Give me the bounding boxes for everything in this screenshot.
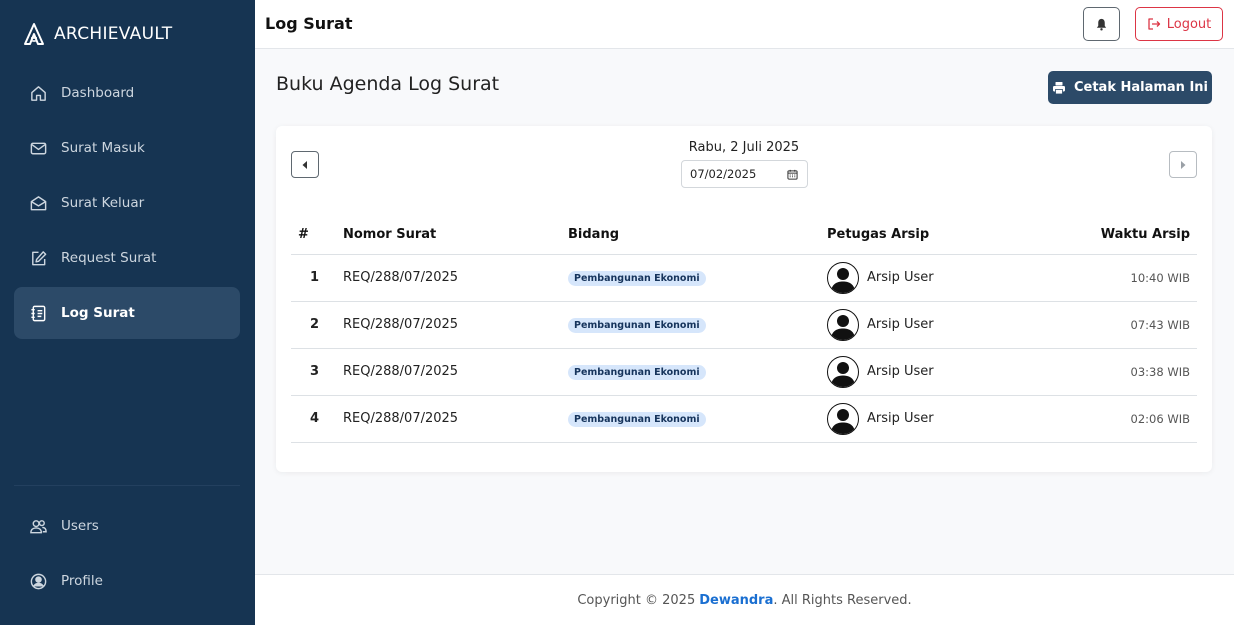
table-row: 1 REQ/288/07/2025 Pembangunan Ekonomi Ar… [291, 254, 1197, 302]
logout-button[interactable]: Logout [1135, 7, 1223, 41]
next-day-button[interactable] [1169, 151, 1197, 178]
log-card: Rabu, 2 Juli 2025 07/02/2025 # Nomor Sur… [276, 126, 1212, 472]
sidebar-nav: Dashboard Surat Masuk Surat Keluar Reque… [14, 67, 240, 342]
previous-day-button[interactable] [291, 151, 319, 178]
user-avatar-icon [831, 361, 855, 387]
notification-button[interactable] [1083, 7, 1120, 41]
calendar-icon [787, 169, 798, 180]
table-header-row: # Nomor Surat Bidang Petugas Arsip Waktu… [291, 216, 1197, 255]
nomor-surat: REQ/288/07/2025 [343, 348, 568, 396]
waktu-arsip: 03:38 WIB [1067, 348, 1197, 396]
edit-icon [28, 248, 48, 268]
petugas-name: Arsip User [867, 317, 934, 332]
footer: Copyright © 2025 Dewandra. All Rights Re… [255, 574, 1234, 625]
page-title: Log Surat [265, 14, 353, 33]
sidebar-item-users[interactable]: Users [14, 500, 240, 552]
avatar [827, 261, 859, 294]
header-nomor-surat: Nomor Surat [343, 216, 568, 255]
print-button[interactable]: Cetak Halaman Ini [1048, 71, 1212, 104]
copyright-prefix: Copyright © 2025 [577, 592, 696, 608]
sidebar-item-surat-keluar[interactable]: Surat Keluar [14, 177, 240, 229]
bidang-badge: Pembangunan Ekonomi [568, 364, 706, 380]
sidebar-item-label: Dashboard [61, 85, 135, 101]
archive-logo-icon [24, 23, 44, 45]
sidebar-item-label: Surat Keluar [61, 195, 145, 211]
logout-icon [1148, 18, 1160, 30]
sidebar: ARCHIEVAULT Dashboard Surat Masuk Surat … [0, 0, 255, 625]
header-waktu-arsip: Waktu Arsip [1067, 216, 1197, 255]
sidebar-item-profile[interactable]: Profile [14, 555, 240, 607]
nomor-surat: REQ/288/07/2025 [343, 395, 568, 443]
avatar [827, 308, 859, 341]
sidebar-divider [14, 485, 240, 486]
waktu-arsip: 10:40 WIB [1067, 254, 1197, 302]
petugas-name: Arsip User [867, 364, 934, 379]
page-heading: Buku Agenda Log Surat [276, 73, 500, 95]
sidebar-bottom-nav: Users Profile [14, 500, 240, 610]
sidebar-item-dashboard[interactable]: Dashboard [14, 67, 240, 119]
petugas-name: Arsip User [867, 270, 934, 285]
bidang-badge: Pembangunan Ekonomi [568, 411, 706, 427]
caret-right-icon [1181, 160, 1186, 169]
nomor-surat: REQ/288/07/2025 [343, 301, 568, 349]
sidebar-item-label: Profile [61, 573, 103, 589]
home-icon [28, 83, 48, 103]
sidebar-item-label: Request Surat [61, 250, 157, 266]
nomor-surat: REQ/288/07/2025 [343, 254, 568, 302]
user-avatar-icon [831, 267, 855, 293]
topbar: Log Surat Logout [255, 0, 1234, 49]
waktu-arsip: 07:43 WIB [1067, 301, 1197, 349]
date-input-value: 07/02/2025 [690, 167, 757, 181]
profile-icon [28, 571, 48, 591]
user-avatar-icon [831, 408, 855, 434]
brand-logo[interactable]: ARCHIEVAULT [22, 22, 172, 46]
copyright-suffix: . All Rights Reserved. [773, 592, 912, 608]
envelope-icon [28, 138, 48, 158]
user-avatar-icon [831, 314, 855, 340]
footer-brand-link[interactable]: Dewandra [699, 593, 773, 608]
printer-icon [1052, 81, 1065, 94]
brand-name: ARCHIEVAULT [54, 24, 173, 44]
sidebar-item-label: Log Surat [61, 305, 135, 321]
caret-left-icon [302, 160, 307, 169]
petugas-name: Arsip User [867, 411, 934, 426]
sidebar-item-label: Surat Masuk [61, 140, 145, 156]
date-input[interactable]: 07/02/2025 [681, 160, 808, 188]
row-number: 1 [291, 254, 343, 302]
header-petugas-arsip: Petugas Arsip [827, 216, 1067, 255]
table-row: 2 REQ/288/07/2025 Pembangunan Ekonomi Ar… [291, 301, 1197, 349]
journal-icon [28, 303, 48, 323]
waktu-arsip: 02:06 WIB [1067, 395, 1197, 443]
avatar [827, 355, 859, 388]
print-label: Cetak Halaman Ini [1073, 80, 1209, 95]
avatar [827, 402, 859, 435]
bidang-badge: Pembangunan Ekonomi [568, 270, 706, 286]
bell-icon [1096, 18, 1107, 31]
sidebar-item-request-surat[interactable]: Request Surat [14, 232, 240, 284]
sidebar-item-surat-masuk[interactable]: Surat Masuk [14, 122, 240, 174]
selected-date-label: Rabu, 2 Juli 2025 [688, 140, 800, 155]
row-number: 4 [291, 395, 343, 443]
table-row: 4 REQ/288/07/2025 Pembangunan Ekonomi Ar… [291, 395, 1197, 443]
row-number: 2 [291, 301, 343, 349]
header-bidang: Bidang [568, 216, 827, 255]
bidang-badge: Pembangunan Ekonomi [568, 317, 706, 333]
sidebar-item-label: Users [61, 518, 99, 534]
users-icon [28, 516, 48, 536]
row-number: 3 [291, 348, 343, 396]
envelope-open-icon [28, 193, 48, 213]
sidebar-item-log-surat[interactable]: Log Surat [14, 287, 240, 339]
logout-label: Logout [1166, 16, 1212, 32]
table-row: 3 REQ/288/07/2025 Pembangunan Ekonomi Ar… [291, 348, 1197, 396]
log-table: # Nomor Surat Bidang Petugas Arsip Waktu… [291, 216, 1197, 443]
header-number: # [291, 216, 343, 255]
